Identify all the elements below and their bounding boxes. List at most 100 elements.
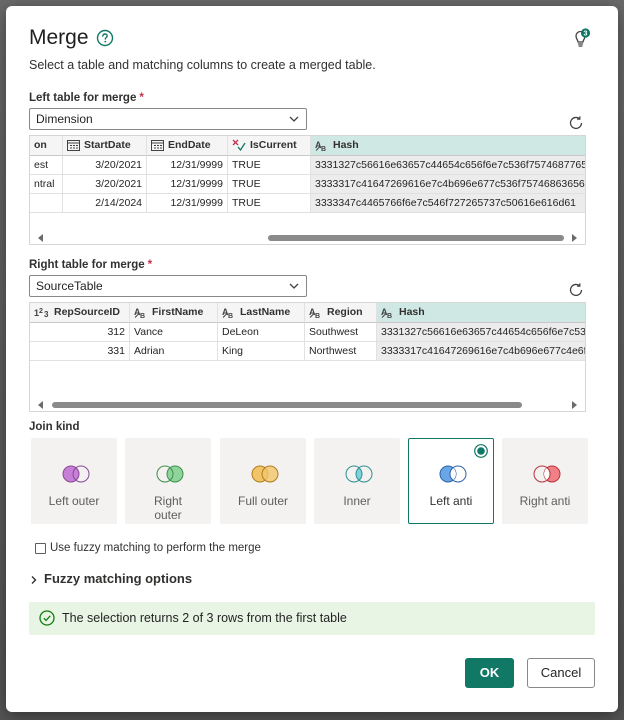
- table-cell: 331: [30, 342, 130, 361]
- join-option-label: Full outer: [237, 494, 289, 508]
- result-banner: The selection returns 2 of 3 rows from t…: [29, 602, 595, 635]
- join-option-label: Right anti: [519, 494, 571, 508]
- lightbulb-icon[interactable]: 3: [570, 28, 592, 50]
- column-header[interactable]: StartDate: [63, 136, 147, 156]
- column-header[interactable]: A B FirstName: [130, 303, 218, 323]
- calendar-icon: [151, 140, 164, 152]
- column-header[interactable]: A B Region: [305, 303, 377, 323]
- boolean-type-icon: [232, 139, 246, 152]
- table-cell: TRUE: [228, 194, 311, 213]
- scroll-left-icon[interactable]: [36, 233, 46, 243]
- join-option-left-anti[interactable]: Left anti: [408, 438, 494, 524]
- table-cell: Adrian: [130, 342, 218, 361]
- horizontal-scrollbar[interactable]: [30, 232, 585, 244]
- chevron-right-icon: [31, 575, 37, 584]
- column-header[interactable]: EndDate: [147, 136, 228, 156]
- column-header[interactable]: on: [30, 136, 63, 156]
- column-header[interactable]: A B LastName: [218, 303, 305, 323]
- svg-text:3: 3: [44, 310, 49, 318]
- right-table-select[interactable]: SourceTable: [29, 275, 307, 297]
- table-cell: TRUE: [228, 175, 311, 194]
- right-table-label: Right table for merge *: [29, 259, 152, 271]
- whole-number-type-icon: 123: [34, 308, 49, 318]
- column-header-label: EndDate: [168, 139, 211, 151]
- left-table-select-value: Dimension: [36, 112, 93, 126]
- fuzzy-matching-options-label: Fuzzy matching options: [44, 571, 193, 586]
- right-anti-join-icon: [533, 465, 561, 483]
- radio-checked-icon: [474, 444, 488, 458]
- scrollbar-thumb[interactable]: [268, 235, 564, 241]
- table-cell: 3/20/2021: [63, 156, 147, 175]
- table-cell: 2/14/2024: [63, 194, 147, 213]
- table-cell: TRUE: [228, 156, 311, 175]
- checkmark-circle-icon: [39, 610, 55, 626]
- table-cell: [30, 194, 63, 213]
- ok-button[interactable]: OK: [465, 658, 514, 688]
- column-header[interactable]: 1 2 3 RepSourceID: [30, 303, 130, 323]
- fuzzy-matching-checkbox-label[interactable]: Use fuzzy matching to perform the merge: [50, 542, 261, 554]
- column-header-label: Hash: [399, 306, 425, 318]
- join-option-label: Right outer: [153, 494, 182, 522]
- scroll-left-icon[interactable]: [36, 400, 46, 410]
- column-header-label: Region: [327, 306, 363, 318]
- table-cell: King: [218, 342, 305, 361]
- fuzzy-matching-checkbox[interactable]: [35, 543, 46, 554]
- text-type-icon: AB: [134, 307, 145, 318]
- table-cell: 12/31/9999: [147, 194, 228, 213]
- table-cell: 3333317c41647269616e7c4b696e677c536f7574…: [311, 175, 585, 194]
- text-type-icon: AB: [315, 140, 326, 151]
- table-cell: 3333317c41647269616e7c4b696e677c4e6f72: [377, 342, 585, 361]
- right-table-label-text: Right table for merge: [29, 259, 145, 271]
- right-table-select-value: SourceTable: [36, 279, 103, 293]
- join-option-right-outer[interactable]: Right outer: [125, 438, 211, 524]
- svg-text:B: B: [315, 313, 320, 318]
- left-table-label: Left table for merge *: [29, 92, 144, 104]
- horizontal-scrollbar[interactable]: [30, 399, 585, 411]
- join-option-left-outer[interactable]: Left outer: [31, 438, 117, 524]
- left-table-select[interactable]: Dimension: [29, 108, 307, 130]
- text-type-icon: AB: [222, 307, 233, 318]
- full-outer-join-icon: [251, 465, 279, 483]
- help-icon[interactable]: [96, 29, 114, 47]
- refresh-icon[interactable]: [567, 281, 585, 299]
- svg-text:2: 2: [39, 308, 43, 315]
- table-cell: Northwest: [305, 342, 377, 361]
- scroll-right-icon[interactable]: [569, 400, 579, 410]
- column-header-label: on: [34, 139, 47, 151]
- join-kind-label: Join kind: [29, 421, 80, 433]
- left-table-grid: on StartDate EndDate IsCurrent A B Hash es…: [29, 135, 586, 245]
- svg-text:B: B: [321, 146, 326, 151]
- calendar-icon: [67, 140, 80, 152]
- table-cell: 3/20/2021: [63, 175, 147, 194]
- refresh-icon[interactable]: [567, 114, 585, 132]
- join-option-full-outer[interactable]: Full outer: [220, 438, 306, 524]
- column-header-selected[interactable]: A B Hash: [311, 136, 585, 156]
- chevron-down-icon: [289, 116, 299, 122]
- result-banner-text: The selection returns 2 of 3 rows from t…: [62, 611, 347, 625]
- dialog-title: Merge: [29, 26, 89, 49]
- table-cell: 3331327c56616e63657c44654c656f6e7c536f75…: [311, 156, 585, 175]
- notification-count: 3: [584, 31, 588, 38]
- join-option-right-anti[interactable]: Right anti: [502, 438, 588, 524]
- cancel-button[interactable]: Cancel: [527, 658, 595, 688]
- table-cell: DeLeon: [218, 323, 305, 342]
- column-header-selected[interactable]: A B Hash: [377, 303, 585, 323]
- scroll-right-icon[interactable]: [569, 233, 579, 243]
- required-mark: *: [147, 259, 153, 271]
- left-anti-join-icon: [439, 465, 467, 483]
- text-type-icon: AB: [381, 307, 392, 318]
- table-cell: est: [30, 156, 63, 175]
- table-cell: 12/31/9999: [147, 175, 228, 194]
- column-header-label: IsCurrent: [250, 139, 297, 151]
- chevron-down-icon: [289, 283, 299, 289]
- column-header[interactable]: IsCurrent: [228, 136, 311, 156]
- fuzzy-matching-options-toggle[interactable]: Fuzzy matching options: [30, 571, 192, 586]
- scrollbar-thumb[interactable]: [52, 402, 522, 408]
- column-header-label: FirstName: [152, 306, 204, 318]
- table-cell: 3333347c4465766f6e7c546f727265737c50616e…: [311, 194, 585, 213]
- table-cell: 312: [30, 323, 130, 342]
- right-outer-join-icon: [156, 465, 184, 483]
- join-option-inner[interactable]: Inner: [314, 438, 400, 524]
- column-header-label: RepSourceID: [54, 306, 120, 318]
- table-cell: ntral: [30, 175, 63, 194]
